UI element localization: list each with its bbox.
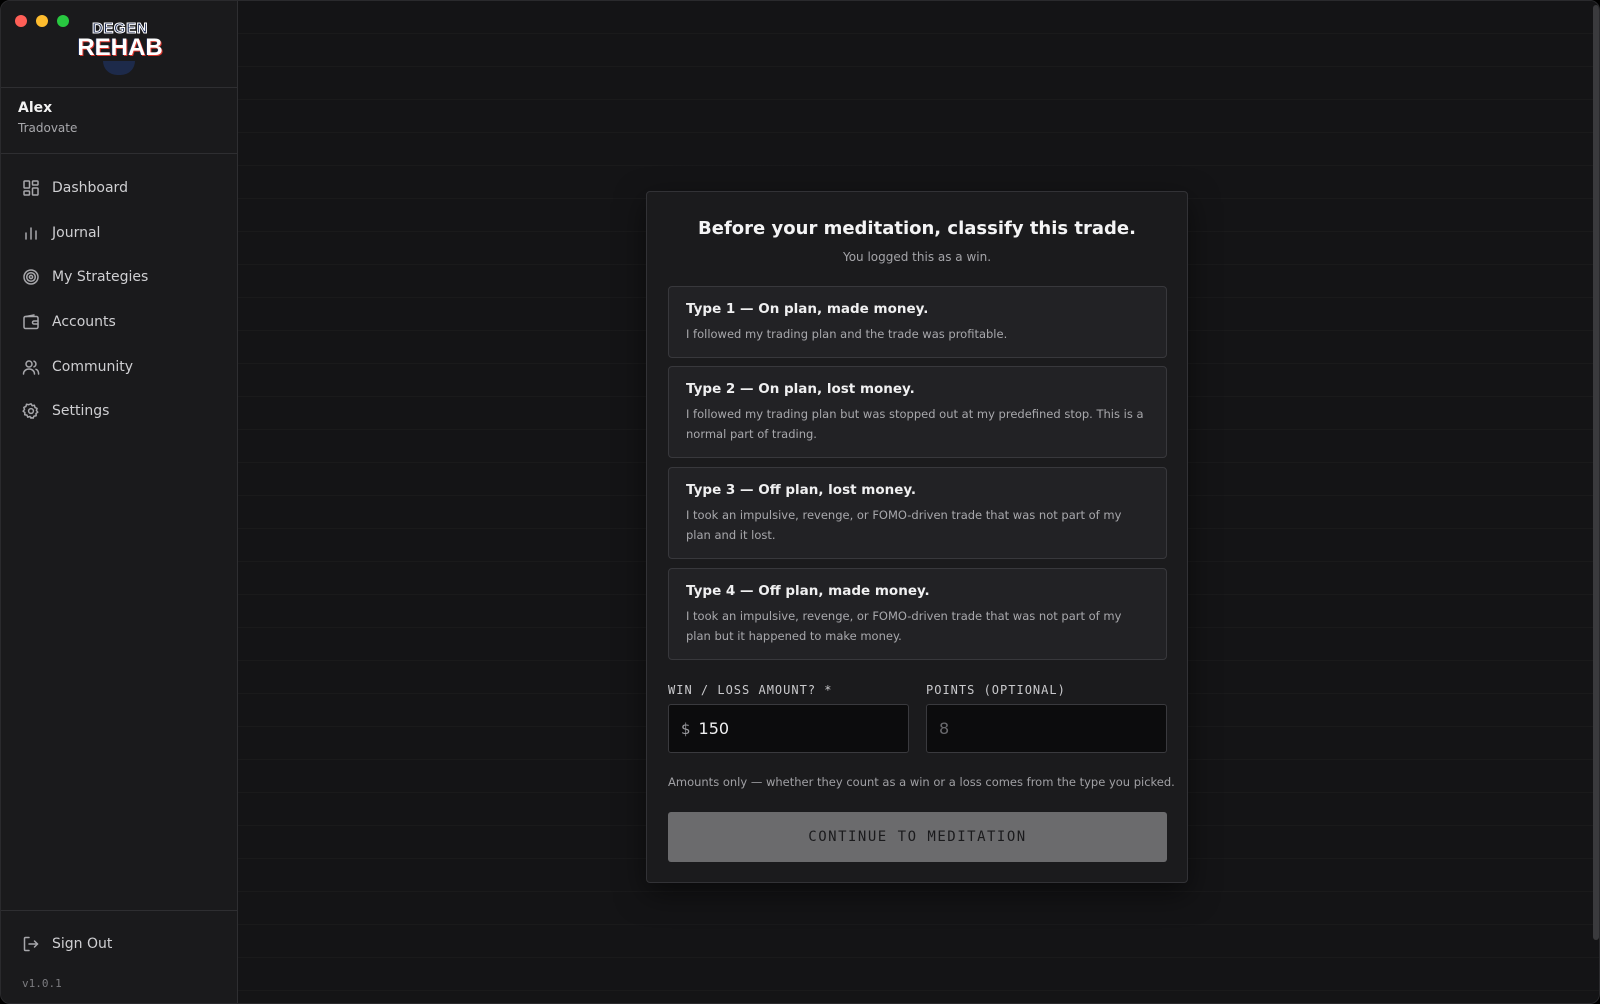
trade-type-option-1[interactable]: Type 1 — On plan, made money. I followed… xyxy=(668,286,1167,358)
sidebar-divider xyxy=(1,153,237,154)
user-name: Alex xyxy=(18,100,53,116)
trade-type-option-3[interactable]: Type 3 — Off plan, lost money. I took an… xyxy=(668,467,1167,559)
amount-hint: Amounts only — whether they count as a w… xyxy=(668,775,1175,789)
users-icon xyxy=(22,359,40,375)
sidebar-item-label: Accounts xyxy=(52,314,116,331)
sidebar-divider xyxy=(1,910,237,911)
amount-field[interactable]: $ xyxy=(668,704,909,753)
app-logo: DEGEN REHAB xyxy=(75,20,165,75)
sidebar-item-label: Settings xyxy=(52,403,110,420)
sign-out-icon xyxy=(23,936,39,952)
option-description: I took an impulsive, revenge, or FOMO-dr… xyxy=(686,508,1122,542)
window-controls xyxy=(15,15,69,27)
sidebar-item-label: Journal xyxy=(52,224,101,241)
sidebar-nav: Dashboard Journal My Strategies Accounts… xyxy=(1,166,237,434)
option-description: I took an impulsive, revenge, or FOMO-dr… xyxy=(686,609,1122,643)
sign-out-button[interactable]: Sign Out xyxy=(22,935,112,953)
option-description: I followed my trading plan and the trade… xyxy=(686,327,1008,341)
points-field[interactable] xyxy=(926,704,1167,753)
dialog-title: Before your meditation, classify this tr… xyxy=(698,218,1136,239)
classify-trade-dialog: Before your meditation, classify this tr… xyxy=(646,191,1188,883)
logo-halo xyxy=(103,61,135,75)
option-description: I followed my trading plan but was stopp… xyxy=(686,407,1144,441)
option-title: Type 1 — On plan, made money. xyxy=(686,301,929,317)
user-info: Alex Tradovate xyxy=(18,100,77,135)
currency-symbol: $ xyxy=(681,719,691,738)
points-input[interactable] xyxy=(939,719,1129,738)
sidebar-item-label: My Strategies xyxy=(52,269,149,286)
sidebar-item-my-strategies[interactable]: My Strategies xyxy=(1,255,237,300)
trade-type-option-4[interactable]: Type 4 — Off plan, made money. I took an… xyxy=(668,568,1167,660)
option-title: Type 3 — Off plan, lost money. xyxy=(686,482,917,498)
dashboard-icon xyxy=(23,180,39,197)
app-window: DEGEN REHAB Alex Tradovate Dashboard Jou… xyxy=(0,0,1600,1004)
wallet-icon xyxy=(23,314,39,330)
user-broker: Tradovate xyxy=(18,121,78,135)
points-label: POINTS (OPTIONAL) xyxy=(926,683,1066,697)
sidebar-item-settings[interactable]: Settings xyxy=(1,389,237,434)
amount-input[interactable] xyxy=(698,719,889,738)
sidebar-item-label: Dashboard xyxy=(52,180,128,197)
app-version: v1.0.1 xyxy=(22,977,62,990)
sidebar: DEGEN REHAB Alex Tradovate Dashboard Jou… xyxy=(1,1,238,1003)
logo-text-bottom: REHAB xyxy=(77,34,163,61)
minimize-window-button[interactable] xyxy=(36,15,48,27)
scrollbar[interactable] xyxy=(1593,5,1599,940)
gear-icon xyxy=(22,403,39,420)
sign-out-label: Sign Out xyxy=(52,936,113,952)
close-window-button[interactable] xyxy=(15,15,27,27)
dialog-subtitle: You logged this as a win. xyxy=(842,250,992,264)
zoom-window-button[interactable] xyxy=(57,15,69,27)
bar-chart-icon xyxy=(25,227,37,240)
trade-type-option-2[interactable]: Type 2 — On plan, lost money. I followed… xyxy=(668,366,1167,458)
sidebar-item-dashboard[interactable]: Dashboard xyxy=(1,166,237,211)
sidebar-divider xyxy=(1,87,237,88)
target-icon xyxy=(23,269,39,286)
continue-to-meditation-button[interactable]: CONTINUE TO MEDITATION xyxy=(668,812,1167,862)
option-title: Type 2 — On plan, lost money. xyxy=(686,381,915,397)
sidebar-item-community[interactable]: Community xyxy=(1,344,237,389)
option-title: Type 4 — Off plan, made money. xyxy=(686,583,930,599)
sidebar-item-journal[interactable]: Journal xyxy=(1,211,237,256)
sidebar-item-label: Community xyxy=(52,358,134,375)
sidebar-item-accounts[interactable]: Accounts xyxy=(1,300,237,345)
amount-label: WIN / LOSS AMOUNT? * xyxy=(668,683,833,697)
